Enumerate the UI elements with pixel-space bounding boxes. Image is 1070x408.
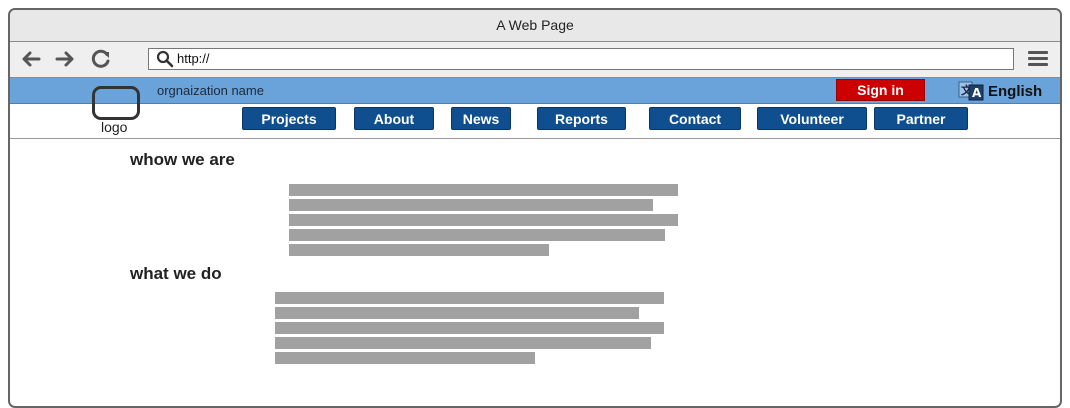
language-selector[interactable]: 文 A English [958, 81, 1042, 101]
reload-icon[interactable] [90, 48, 112, 70]
nav-partner-button[interactable]: Partner [874, 107, 968, 130]
page-content: whow we are what we do [10, 139, 1060, 399]
nav-news-button[interactable]: News [451, 107, 511, 130]
placeholder-line [275, 337, 651, 349]
address-bar[interactable]: http:// [148, 48, 1014, 70]
logo[interactable] [92, 86, 140, 120]
organization-bar: orgnaization name Sign in 文 A English [10, 78, 1060, 104]
placeholder-line [289, 214, 678, 226]
nav-volunteer-button[interactable]: Volunteer [757, 107, 867, 130]
section-heading-what-we-do: what we do [130, 264, 222, 283]
browser-window: A Web Page http:// orgnaization name Sig… [8, 8, 1062, 408]
nav-reports-button[interactable]: Reports [537, 107, 626, 130]
search-icon [156, 50, 174, 68]
nav-about-button[interactable]: About [354, 107, 434, 130]
logo-label: logo [101, 119, 128, 135]
url-text: http:// [177, 51, 210, 66]
language-label: English [988, 82, 1043, 100]
section-heading-who-we-are: whow we are [130, 150, 235, 169]
placeholder-line [289, 184, 678, 196]
nav-projects-button[interactable]: Projects [242, 107, 336, 130]
window-titlebar: A Web Page [10, 10, 1060, 42]
placeholder-line [275, 352, 535, 364]
placeholder-line [275, 322, 664, 334]
sign-in-button[interactable]: Sign in [836, 79, 925, 101]
svg-text:A: A [972, 86, 982, 100]
translate-icon: 文 A [958, 81, 984, 101]
main-navigation: logo Projects About News Reports Contact… [10, 86, 1060, 139]
browser-toolbar: http:// [10, 42, 1060, 78]
placeholder-line [275, 307, 639, 319]
placeholder-line [289, 229, 665, 241]
organization-name: orgnaization name [157, 83, 264, 98]
hamburger-menu-icon[interactable] [1028, 51, 1048, 67]
forward-arrow-icon[interactable] [54, 48, 76, 70]
window-title: A Web Page [496, 17, 574, 33]
placeholder-line [275, 292, 664, 304]
back-arrow-icon[interactable] [20, 48, 42, 70]
nav-contact-button[interactable]: Contact [649, 107, 741, 130]
placeholder-line [289, 244, 549, 256]
placeholder-line [289, 199, 653, 211]
